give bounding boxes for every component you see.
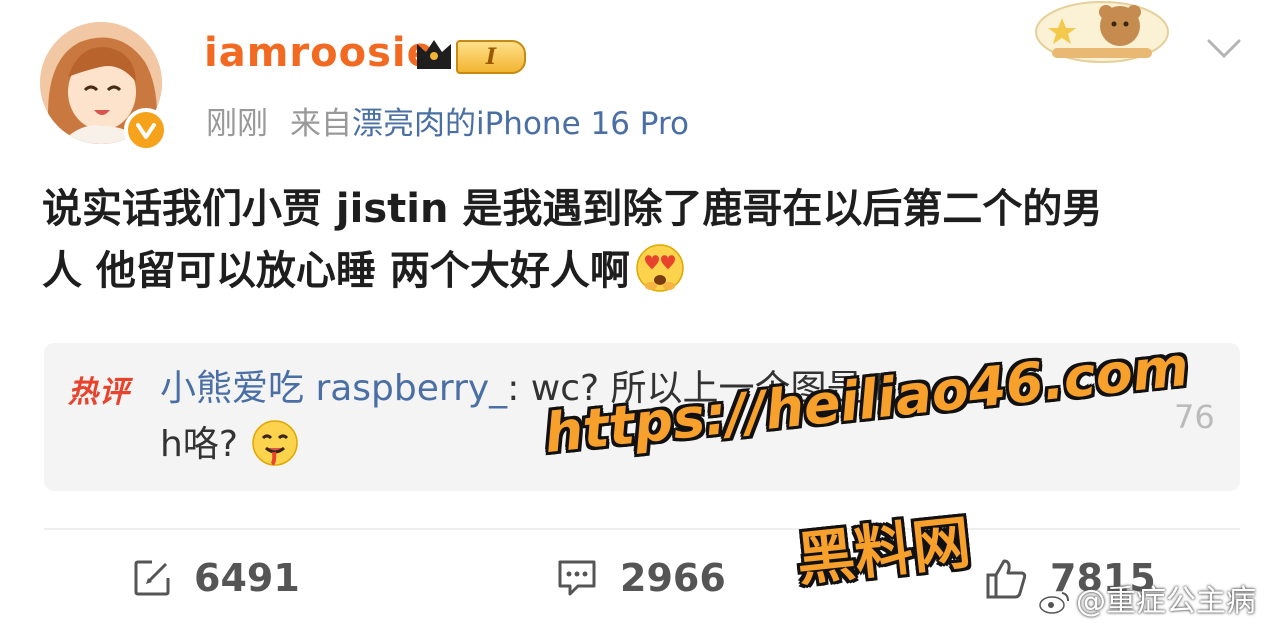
post-text-line-1: 说实话我们小贾 jistin 是我遇到除了鹿哥在以后第二个的男 <box>42 186 1103 232</box>
watermark: @重症公主病 <box>1038 576 1256 623</box>
overlay-site-name: 黑料网 <box>793 508 974 594</box>
comment-count: 2966 <box>620 556 726 600</box>
post-meta: 刚刚 来自漂亮肉的iPhone 16 Pro <box>206 98 689 143</box>
level-badge-label: I <box>485 44 497 70</box>
thumbs-up-icon <box>986 559 1027 599</box>
source-prefix: 来自 <box>290 106 352 142</box>
hot-comment-like-count: 76 <box>1174 398 1215 436</box>
username[interactable]: iamroosie <box>204 30 435 76</box>
hot-comment-body-2: h咯? <box>160 424 238 465</box>
watermark-text: @重症公主病 <box>1076 584 1256 619</box>
post-source[interactable]: 漂亮肉的iPhone 16 Pro <box>352 106 689 142</box>
verified-badge-icon <box>124 108 168 152</box>
fan-card-sticker-icon[interactable] <box>1032 0 1172 70</box>
chevron-down-icon[interactable] <box>1206 38 1242 64</box>
hot-comment-tag: 热评 <box>68 375 130 410</box>
drooling-face-emoji-icon <box>250 418 300 485</box>
hot-comment-user[interactable]: 小熊爱吃 raspberry_ <box>160 368 507 409</box>
heart-eyes-emoji-icon <box>634 242 686 312</box>
weibo-post: iamroosie I 刚刚 来自漂亮肉的iPhone 16 Pro 说实话我们小… <box>0 0 1280 626</box>
post-text-line-2: 人 他留可以放心睡 两个大好人啊 <box>42 240 1242 312</box>
divider <box>44 528 1240 530</box>
post-text-line-2-text: 人 他留可以放心睡 两个大好人啊 <box>42 248 630 294</box>
repost-count: 6491 <box>194 556 300 600</box>
post-time: 刚刚 <box>206 106 268 142</box>
weibo-logo-icon <box>1038 588 1070 623</box>
comment-icon <box>558 560 596 596</box>
post-text: 说实话我们小贾 jistin 是我遇到除了鹿哥在以后第二个的男 人 他留可以放心… <box>42 178 1242 312</box>
repost-button[interactable]: 6491 <box>132 556 300 600</box>
repost-icon <box>134 560 170 596</box>
crown-icon <box>414 36 454 74</box>
member-level-badge[interactable]: I <box>456 40 526 74</box>
comment-button[interactable]: 2966 <box>556 556 726 600</box>
